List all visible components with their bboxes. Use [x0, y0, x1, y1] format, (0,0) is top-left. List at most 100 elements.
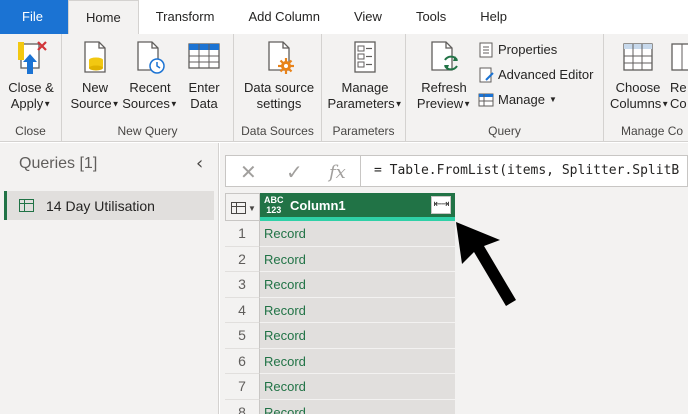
table-row: 6 Record: [225, 348, 455, 374]
column-header-column1[interactable]: ABC 123 Column1 ⇤⇥: [260, 193, 455, 221]
group-label-close: Close: [15, 124, 46, 138]
new-source-icon: [77, 38, 113, 76]
chevron-down-icon: ▼: [169, 99, 178, 109]
column-header-title: Column1: [290, 198, 346, 213]
close-apply-button[interactable]: Close & Apply▼: [6, 38, 56, 113]
close-apply-label-line1: Close &: [8, 80, 54, 95]
table-menu-button[interactable]: ▼: [225, 193, 260, 221]
queries-pane: Queries [1] ‹ 14 Day Utilisation: [0, 143, 219, 414]
table-icon: [19, 199, 34, 212]
tab-tools[interactable]: Tools: [399, 0, 463, 34]
table-icon: [231, 202, 246, 214]
properties-label: Properties: [498, 42, 558, 57]
new-source-label-line2: Source: [70, 96, 112, 111]
properties-button[interactable]: Properties: [478, 39, 557, 61]
group-label-data-sources: Data Sources: [241, 124, 314, 138]
group-label-parameters: Parameters: [332, 124, 395, 138]
remove-columns-label-line2: Co: [670, 96, 687, 111]
refresh-preview-label-line2: Preview: [416, 96, 464, 111]
table-row: 2 Record: [225, 246, 455, 272]
data-source-settings-button[interactable]: Data source settings: [238, 38, 320, 112]
recent-sources-icon: [132, 38, 168, 76]
row-number: 6: [225, 348, 260, 374]
tab-help[interactable]: Help: [463, 0, 524, 34]
table-row: 3 Record: [225, 272, 455, 298]
enter-data-button[interactable]: Enter Data: [180, 38, 228, 112]
manage-parameters-icon: [347, 38, 383, 76]
refresh-preview-label-line1: Refresh: [421, 80, 467, 95]
manage-parameters-label-line1: Manage: [341, 80, 389, 95]
record-cell[interactable]: Record: [260, 272, 455, 298]
row-number: 4: [225, 297, 260, 323]
formula-input[interactable]: = Table.FromList(items, Splitter.SplitB: [374, 163, 679, 178]
row-number: 5: [225, 323, 260, 349]
ribbon-group-new-query: New Source▼ Recent Sources▼ Enter Data N…: [62, 34, 234, 142]
record-cell[interactable]: Record: [260, 323, 455, 349]
ribbon-group-close: Close & Apply▼ Close: [0, 34, 62, 142]
refresh-icon: [426, 38, 462, 76]
table-row: 7 Record: [225, 374, 455, 400]
chevron-down-icon: ▼: [661, 99, 670, 109]
data-source-settings-label-line2: settings: [256, 96, 302, 111]
choose-columns-label-line1: Choose: [615, 80, 661, 95]
row-number: 7: [225, 374, 260, 400]
formula-bar: ✕ ✓ fx = Table.FromList(items, Splitter.…: [225, 155, 688, 187]
tab-transform[interactable]: Transform: [139, 0, 232, 34]
chevron-down-icon: ▼: [43, 99, 52, 109]
new-source-button[interactable]: New Source▼: [68, 38, 122, 113]
advanced-editor-button[interactable]: Advanced Editor: [478, 64, 593, 86]
table-row: 5 Record: [225, 323, 455, 349]
confirm-formula-icon[interactable]: ✓: [286, 160, 303, 185]
record-cell[interactable]: Record: [260, 399, 455, 414]
row-number: 2: [225, 246, 260, 272]
tab-file[interactable]: File: [0, 0, 68, 34]
fx-icon[interactable]: fx: [329, 162, 346, 183]
manage-parameters-button[interactable]: Manage Parameters▼: [326, 38, 404, 113]
chevron-down-icon: ▼: [248, 204, 256, 213]
choose-columns-icon: [620, 38, 656, 76]
record-cell[interactable]: Record: [260, 297, 455, 323]
record-cell[interactable]: Record: [260, 246, 455, 272]
tab-add-column[interactable]: Add Column: [231, 0, 337, 34]
remove-columns-button[interactable]: Re Co: [670, 38, 688, 112]
ribbon: Close & Apply▼ Close New Source▼ Recent …: [0, 34, 688, 142]
formula-bar-divider: [360, 156, 361, 186]
record-cell[interactable]: Record: [260, 348, 455, 374]
choose-columns-button[interactable]: Choose Columns▼: [610, 38, 670, 113]
chevron-down-icon: ▼: [463, 99, 472, 109]
group-label-query: Query: [488, 124, 521, 138]
data-grid: ▼ ABC 123 Column1 ⇤⇥ 1 Record 2 Record 3…: [225, 193, 455, 414]
group-label-new-query: New Query: [117, 124, 178, 138]
ribbon-tab-bar: File Home Transform Add Column View Tool…: [0, 0, 688, 35]
remove-columns-icon: [670, 38, 688, 76]
refresh-preview-button[interactable]: Refresh Preview▼: [416, 38, 472, 113]
annotation-arrow-icon: [456, 222, 516, 306]
chevron-down-icon: ▼: [111, 99, 120, 109]
record-cell[interactable]: Record: [260, 374, 455, 400]
query-item-14-day-utilisation[interactable]: 14 Day Utilisation: [4, 191, 214, 220]
cancel-formula-icon[interactable]: ✕: [240, 160, 257, 185]
manage-button[interactable]: Manage ▼: [478, 89, 557, 111]
manage-label: Manage: [498, 92, 545, 107]
manage-parameters-label-line2: Parameters: [327, 96, 395, 111]
choose-columns-label-line2: Columns: [610, 96, 662, 111]
recent-sources-button[interactable]: Recent Sources▼: [122, 38, 178, 113]
row-number: 3: [225, 272, 260, 298]
record-cell[interactable]: Record: [260, 221, 455, 247]
row-number: 1: [225, 221, 260, 247]
group-label-manage-columns: Manage Co: [621, 124, 684, 138]
collapse-pane-chevron-icon[interactable]: ‹: [196, 153, 203, 174]
tab-view[interactable]: View: [337, 0, 399, 34]
recent-sources-label-line1: Recent: [129, 80, 171, 95]
close-apply-label-line2: Apply: [10, 96, 44, 111]
ribbon-group-manage-columns: Choose Columns▼ Re Co Manage Co: [604, 34, 688, 142]
data-source-settings-label-line1: Data source: [243, 80, 315, 95]
type-badge-line1: ABC: [264, 195, 284, 205]
enter-data-label-line2: Data: [190, 96, 218, 111]
tab-home[interactable]: Home: [68, 0, 139, 35]
properties-icon: [478, 42, 494, 58]
any-type-icon[interactable]: ABC 123: [264, 195, 284, 215]
chevron-down-icon: ▼: [548, 95, 557, 104]
expand-column-icon[interactable]: ⇤⇥: [431, 196, 451, 214]
enter-data-label-line1: Enter: [188, 80, 220, 95]
